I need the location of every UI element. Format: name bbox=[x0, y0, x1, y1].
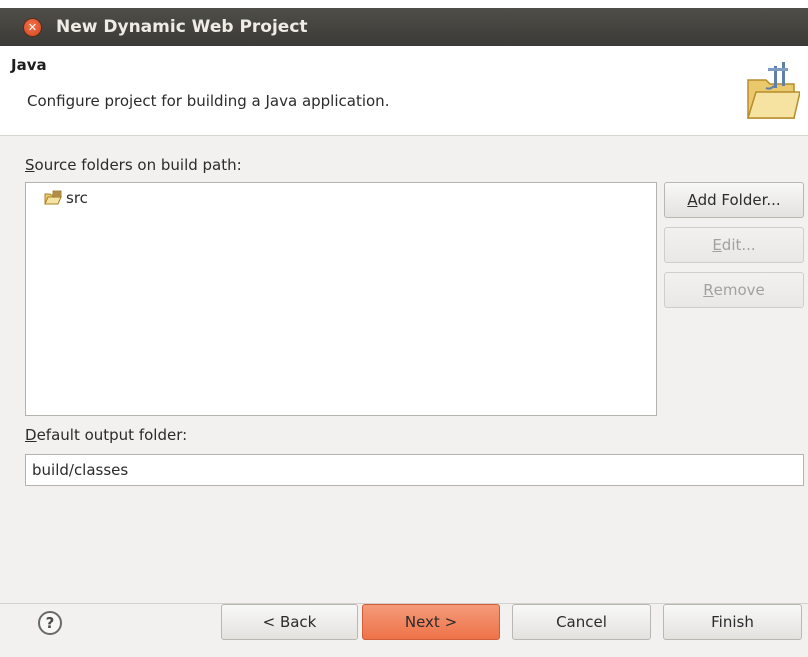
source-folder-icon bbox=[44, 190, 62, 205]
default-output-folder-label: Default output folder: bbox=[25, 426, 188, 444]
wizard-footer: ? < Back Next > Cancel Finish bbox=[0, 603, 808, 657]
wizard-content: Source folders on build path: src Add Fo… bbox=[0, 136, 808, 603]
close-window-button[interactable]: ✕ bbox=[24, 18, 41, 36]
back-button[interactable]: < Back bbox=[221, 604, 358, 640]
output-folder-input[interactable]: build/classes bbox=[25, 454, 804, 486]
next-button[interactable]: Next > bbox=[362, 604, 500, 640]
remove-button[interactable]: Remove bbox=[664, 272, 804, 308]
source-folders-label: Source folders on build path: bbox=[25, 156, 242, 174]
edit-button[interactable]: Edit... bbox=[664, 227, 804, 263]
new-dynamic-web-project-dialog: ✕ New Dynamic Web Project Java Configure… bbox=[0, 0, 808, 657]
add-folder-button[interactable]: Add Folder... bbox=[664, 182, 804, 218]
page-description: Configure project for building a Java ap… bbox=[27, 92, 390, 110]
wizard-header: Java Configure project for building a Ja… bbox=[0, 46, 808, 136]
window-title: New Dynamic Web Project bbox=[56, 17, 308, 37]
help-icon[interactable]: ? bbox=[38, 611, 62, 635]
page-title: Java bbox=[11, 56, 47, 74]
source-folders-list[interactable]: src bbox=[25, 182, 657, 416]
finish-button[interactable]: Finish bbox=[663, 604, 802, 640]
java-folder-icon bbox=[746, 62, 800, 119]
list-item[interactable]: src bbox=[44, 189, 88, 207]
title-bar: ✕ New Dynamic Web Project bbox=[0, 8, 808, 46]
cancel-button[interactable]: Cancel bbox=[512, 604, 651, 640]
list-item-label: src bbox=[66, 189, 88, 207]
